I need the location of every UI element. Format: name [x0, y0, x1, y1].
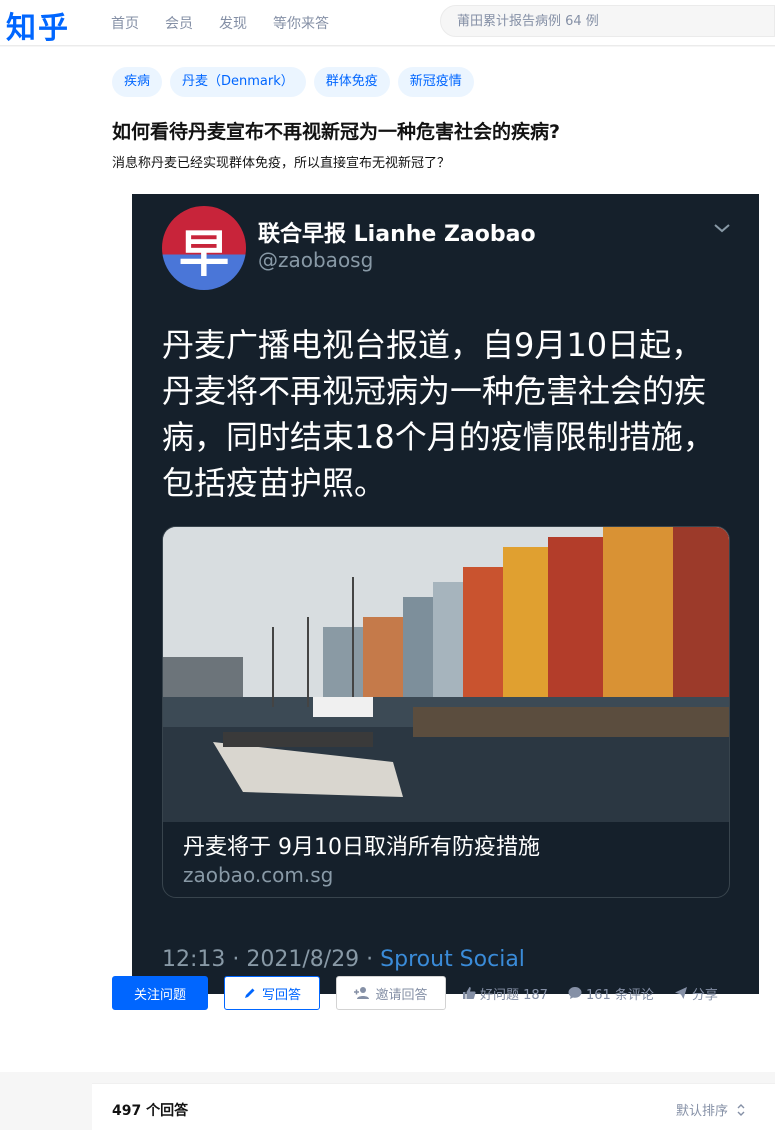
topic-tag-herd-immunity[interactable]: 群体免疫 [313, 67, 390, 97]
avatar-logo-text: 早 [179, 224, 229, 283]
tweet-account-handle: @zaobaosg [258, 248, 374, 272]
good-question-label: 好问题 187 [480, 987, 548, 1003]
share-paper-plane-icon [674, 987, 687, 999]
tweet-source: Sprout Social [380, 947, 525, 972]
add-user-icon [354, 987, 370, 999]
follow-question-label: 关注问题 [133, 987, 186, 1003]
pencil-icon [244, 988, 255, 998]
nav-discover[interactable]: 发现 [219, 13, 247, 33]
tweet-account-name: 联合早报 Lianhe Zaobao [258, 222, 536, 247]
harbor-illustration [163, 527, 729, 822]
sort-label: 默认排序 [676, 1104, 729, 1119]
sort-dropdown[interactable]: 默认排序 [676, 1100, 746, 1119]
follow-question-button[interactable]: 关注问题 [112, 976, 208, 1010]
tweet-link-card: 丹麦将于 9月10日取消所有防疫措施 zaobao.com.sg [162, 526, 730, 898]
tweet-time: 12:13 · 2021/8/29 · [162, 947, 381, 972]
tweet-timestamp: 12:13 · 2021/8/29 · Sprout Social [162, 947, 525, 972]
write-answer-button[interactable]: 写回答 [224, 976, 320, 1010]
tweet-text: 丹麦广播电视台报道，自9月10日起，丹麦将不再视冠病为一种危害社会的疾病，同时结… [162, 326, 715, 502]
topic-tag-denmark[interactable]: 丹麦（Denmark） [170, 67, 306, 97]
question-header: 疾病 丹麦（Denmark） 群体免疫 新冠疫情 如何看待丹麦宣布不再视新冠为一… [0, 47, 775, 1072]
sort-arrows-icon [737, 1103, 745, 1116]
search-input[interactable] [441, 6, 774, 36]
topic-tag-covid[interactable]: 新冠疫情 [397, 67, 474, 97]
link-card-domain: zaobao.com.sg [183, 863, 334, 887]
link-card-title: 丹麦将于 9月10日取消所有防疫措施 [183, 835, 540, 860]
main-nav: 首页 会员 发现 等你来答 [111, 13, 355, 33]
question-description: 消息称丹麦已经实现群体免疫，所以直接宣布无视新冠了？ [112, 156, 451, 171]
share-button[interactable]: 分享 [674, 984, 718, 1003]
zaobao-avatar: 早 [162, 206, 246, 290]
question-title: 如何看待丹麦宣布不再视新冠为一种危害社会的疾病? [112, 121, 561, 143]
share-label: 分享 [691, 987, 718, 1003]
topic-tag-disease[interactable]: 疾病 [112, 67, 163, 97]
comments-label: 161 条评论 [585, 987, 654, 1003]
zhihu-logo[interactable]: 知乎 [6, 3, 70, 47]
comment-bubble-icon [568, 987, 582, 999]
thumbs-up-icon [463, 987, 476, 999]
topic-tags: 疾病 丹麦（Denmark） 群体免疫 新冠疫情 [112, 67, 482, 97]
comments-button[interactable]: 161 条评论 [568, 984, 654, 1003]
search-box [440, 5, 775, 37]
question-actions: 关注问题 写回答 邀请回答 好问题 187 161 条评论 分享 [112, 976, 738, 1010]
invite-answer-label: 邀请回答 [375, 987, 428, 1003]
nav-membership[interactable]: 会员 [165, 13, 193, 33]
answers-count: 497 个回答 [112, 1103, 189, 1119]
invite-answer-button[interactable]: 邀请回答 [336, 976, 446, 1010]
chevron-down-icon [714, 224, 730, 233]
nav-waiting-answers[interactable]: 等你来答 [273, 13, 329, 33]
good-question-button[interactable]: 好问题 187 [462, 984, 548, 1003]
answers-list-header: 497 个回答 默认排序 [92, 1083, 775, 1130]
nav-home[interactable]: 首页 [111, 13, 139, 33]
top-navigation-bar: 知乎 首页 会员 发现 等你来答 [0, 0, 775, 46]
nyhavn-harbor-photo [163, 527, 729, 822]
write-answer-label: 写回答 [261, 987, 301, 1003]
tweet-screenshot-image[interactable]: 早 联合早报 Lianhe Zaobao @zaobaosg 丹麦广播电视台报道… [132, 194, 759, 994]
